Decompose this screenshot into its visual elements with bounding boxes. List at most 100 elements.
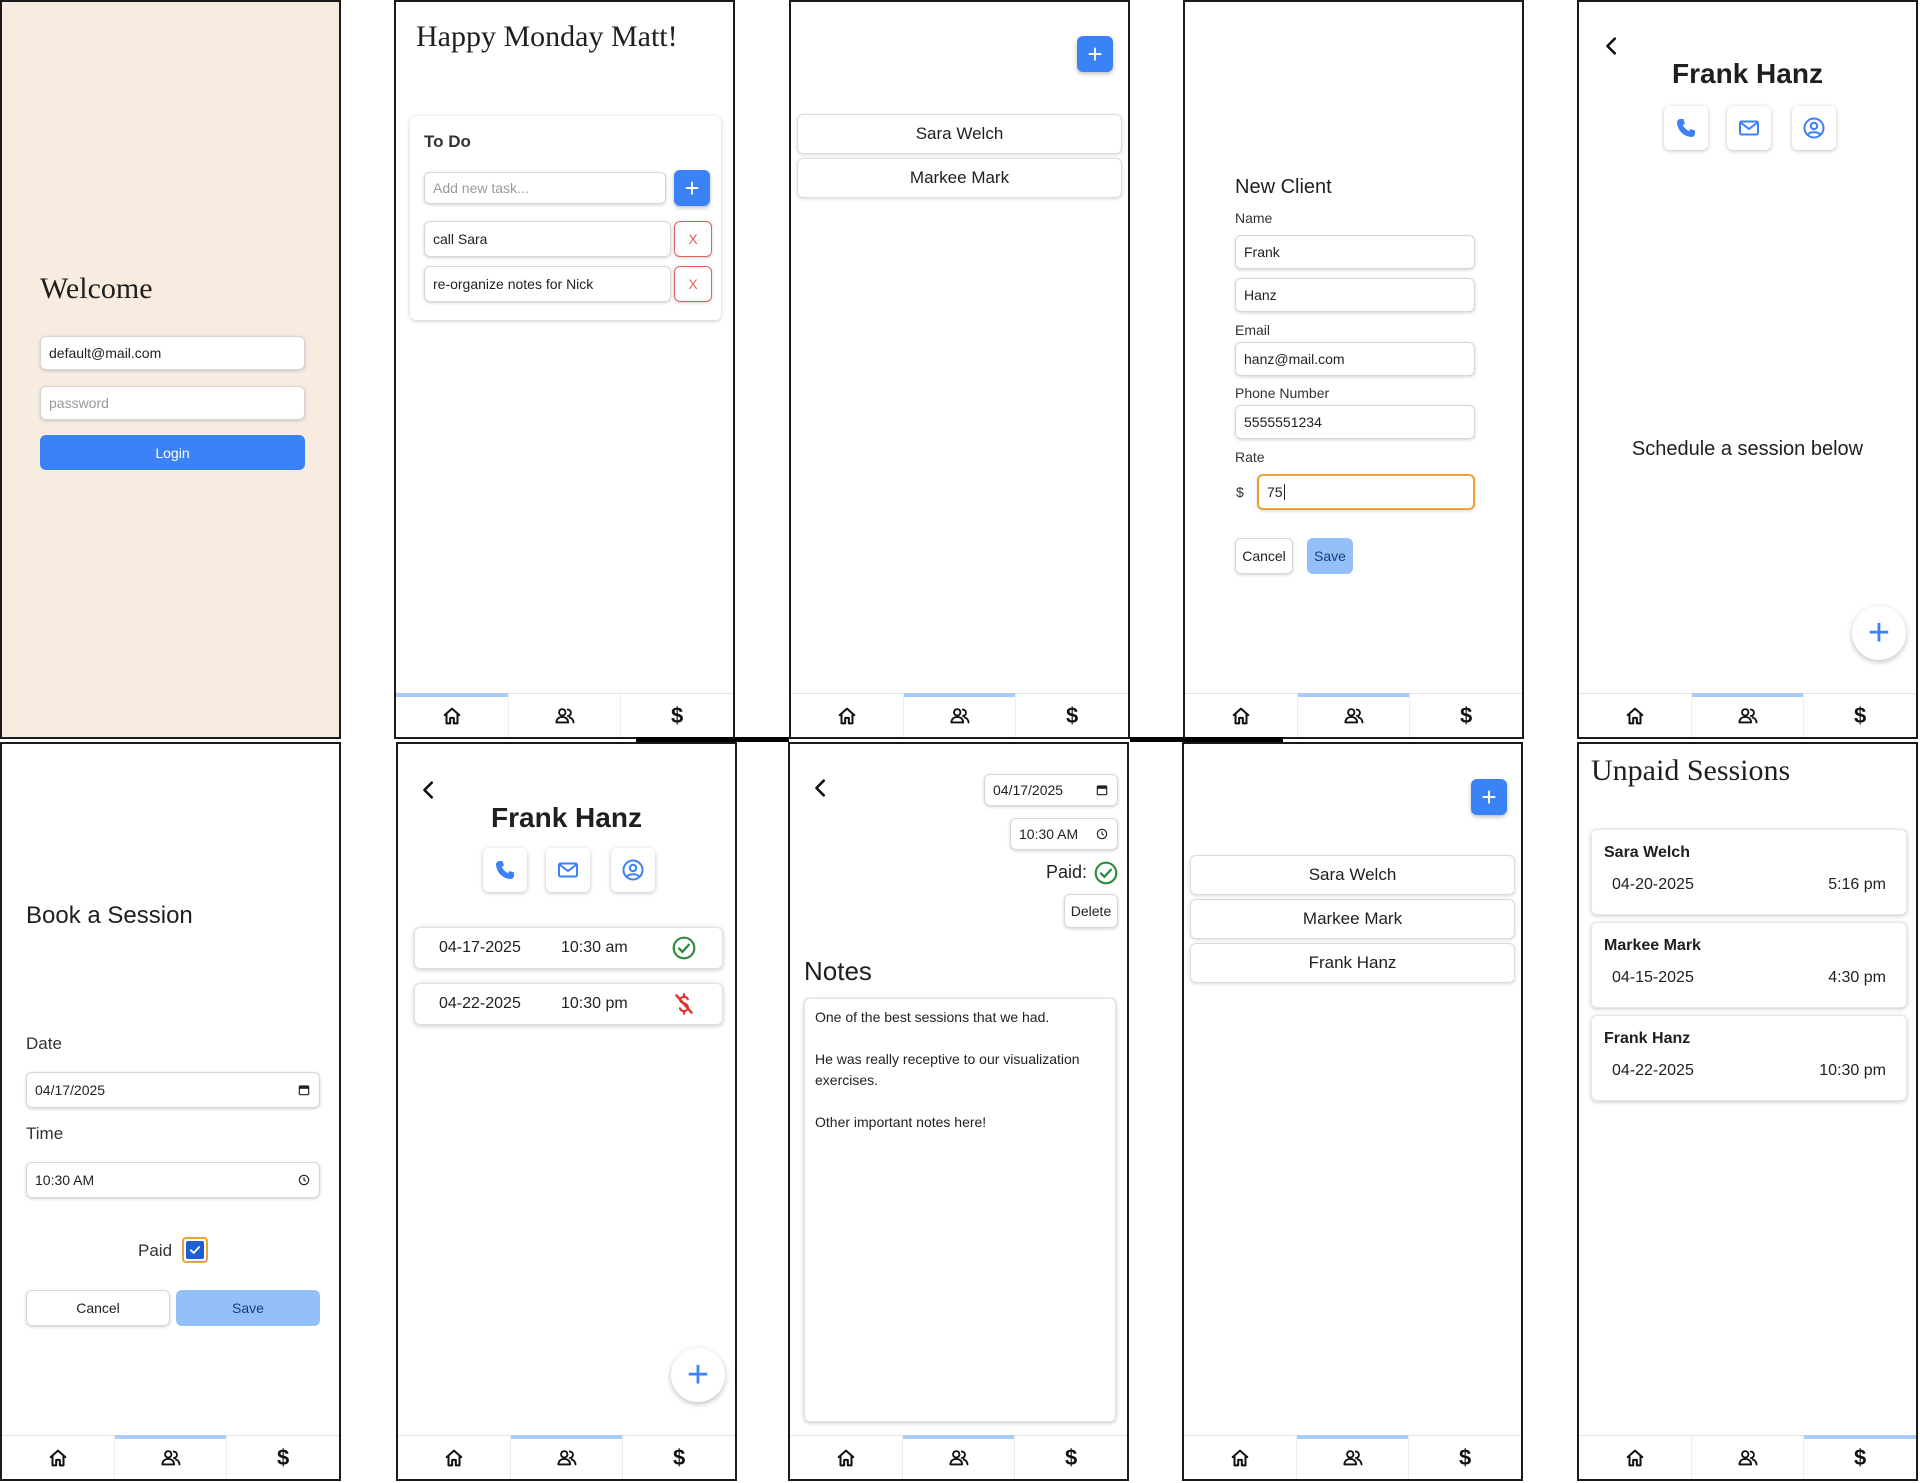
add-client-button[interactable]: +: [1471, 779, 1507, 815]
add-client-button[interactable]: +: [1077, 36, 1113, 72]
checkmark-icon: [186, 1241, 204, 1259]
session-row[interactable]: 04-17-2025 10:30 am: [414, 927, 723, 969]
time-picker[interactable]: 10:30 AM: [1010, 818, 1118, 850]
back-chevron-icon[interactable]: [810, 777, 832, 799]
task-row: re-organize notes for Nick: [424, 266, 671, 302]
tab-home[interactable]: [791, 694, 904, 737]
delete-button[interactable]: Delete: [1064, 894, 1118, 928]
tab-payments[interactable]: $: [1015, 1436, 1127, 1479]
unpaid-dollar-icon: [671, 991, 697, 1017]
tab-bar: $: [1185, 693, 1522, 737]
notes-textarea[interactable]: One of the best sessions that we had. He…: [804, 998, 1116, 1422]
time-value: 10:30 AM: [1019, 826, 1079, 842]
tab-bar: $: [396, 693, 733, 737]
tab-payments[interactable]: $: [227, 1436, 339, 1479]
password-field[interactable]: password: [40, 386, 305, 420]
email-label: Email: [1235, 322, 1271, 338]
tab-payments[interactable]: $: [1804, 694, 1916, 737]
save-button[interactable]: Save: [176, 1290, 320, 1326]
date-picker[interactable]: 04/17/2025: [984, 774, 1118, 806]
call-button[interactable]: [1664, 106, 1708, 150]
tab-payments[interactable]: $: [1016, 694, 1128, 737]
email-button[interactable]: [546, 848, 590, 892]
profile-button[interactable]: [611, 848, 655, 892]
login-button[interactable]: Login: [40, 435, 305, 470]
paid-check-icon[interactable]: [1093, 860, 1119, 886]
client-item[interactable]: Frank Hanz: [1190, 943, 1515, 983]
tab-home[interactable]: [1579, 694, 1692, 737]
tab-clients[interactable]: [1297, 693, 1411, 737]
tab-home[interactable]: [398, 1436, 511, 1479]
tab-clients[interactable]: [1691, 693, 1805, 737]
back-chevron-icon[interactable]: [1601, 35, 1623, 57]
call-button[interactable]: [483, 848, 527, 892]
email-field[interactable]: default@mail.com: [40, 336, 305, 370]
save-button[interactable]: Save: [1307, 538, 1353, 574]
task-text: call Sara: [433, 231, 488, 247]
tab-clients[interactable]: [508, 694, 622, 737]
tab-bar: $: [791, 693, 1128, 737]
delete-task-button[interactable]: X: [674, 266, 712, 302]
tab-clients[interactable]: [114, 1435, 228, 1479]
tab-home[interactable]: [790, 1436, 903, 1479]
tab-home[interactable]: [1185, 694, 1298, 737]
client-item[interactable]: Sara Welch: [1190, 855, 1515, 895]
client-item[interactable]: Sara Welch: [797, 114, 1122, 154]
last-name-field[interactable]: Hanz: [1235, 278, 1475, 312]
home-icon: [443, 1447, 465, 1469]
clock-icon[interactable]: [297, 1173, 311, 1187]
dollar-icon: $: [1459, 1444, 1472, 1470]
phone-field[interactable]: 5555551234: [1235, 405, 1475, 439]
tab-payments[interactable]: $: [1804, 1435, 1916, 1479]
first-name-field[interactable]: Frank: [1235, 235, 1475, 269]
add-session-button[interactable]: +: [671, 1348, 725, 1402]
profile-button[interactable]: [1792, 106, 1836, 150]
session-row[interactable]: 04-22-2025 10:30 pm: [414, 983, 723, 1025]
time-value: 10:30 AM: [35, 1172, 95, 1188]
dollar-icon: $: [1854, 1444, 1867, 1470]
tab-clients[interactable]: [510, 1435, 624, 1479]
email-button[interactable]: [1727, 106, 1771, 150]
tab-clients[interactable]: [902, 1435, 1016, 1479]
tab-home[interactable]: [1184, 1436, 1297, 1479]
tab-clients[interactable]: [903, 693, 1017, 737]
plus-icon: +: [1087, 38, 1103, 69]
client-item[interactable]: Markee Mark: [797, 158, 1122, 198]
plus-icon: +: [686, 1353, 710, 1396]
tab-home[interactable]: [1579, 1436, 1692, 1479]
new-task-placeholder: Add new task...: [433, 180, 529, 196]
back-chevron-icon[interactable]: [418, 779, 440, 801]
add-task-button[interactable]: +: [674, 170, 710, 206]
email-field[interactable]: hanz@mail.com: [1235, 342, 1475, 376]
cancel-button[interactable]: Cancel: [26, 1290, 170, 1326]
unpaid-session-card[interactable]: Markee Mark 04-15-2025 4:30 pm: [1591, 922, 1907, 1008]
client-name: Frank Hanz: [491, 802, 642, 833]
rate-field[interactable]: 75: [1257, 474, 1475, 510]
clock-icon[interactable]: [1095, 827, 1109, 841]
tab-payments[interactable]: $: [1409, 1436, 1521, 1479]
book-session-screen: Book a Session Date 04/17/2025 Time 10:3…: [0, 742, 341, 1481]
tab-payments[interactable]: $: [621, 694, 733, 737]
new-task-input[interactable]: Add new task...: [424, 172, 666, 204]
tab-clients[interactable]: [1691, 1436, 1805, 1479]
calendar-icon[interactable]: [297, 1083, 311, 1097]
tab-payments[interactable]: $: [623, 1436, 735, 1479]
calendar-icon[interactable]: [1095, 783, 1109, 797]
cancel-button[interactable]: Cancel: [1235, 538, 1293, 574]
tab-home[interactable]: [396, 693, 509, 737]
delete-task-button[interactable]: X: [674, 221, 712, 257]
tab-payments[interactable]: $: [1410, 694, 1522, 737]
tab-clients[interactable]: [1296, 1435, 1410, 1479]
tab-home[interactable]: [2, 1436, 115, 1479]
unpaid-session-card[interactable]: Frank Hanz 04-22-2025 10:30 pm: [1591, 1015, 1907, 1101]
unpaid-session-card[interactable]: Sara Welch 04-20-2025 5:16 pm: [1591, 829, 1907, 915]
add-session-button[interactable]: +: [1852, 606, 1906, 660]
unpaid-sessions-screen: Unpaid Sessions Sara Welch 04-20-2025 5:…: [1577, 742, 1918, 1481]
session-time: 10:30 pm: [561, 995, 628, 1012]
paid-label: Paid:: [1046, 862, 1088, 882]
paid-checkbox[interactable]: [182, 1237, 208, 1263]
home-icon: [47, 1447, 69, 1469]
date-picker[interactable]: 04/17/2025: [26, 1072, 320, 1108]
time-picker[interactable]: 10:30 AM: [26, 1162, 320, 1198]
client-item[interactable]: Markee Mark: [1190, 899, 1515, 939]
